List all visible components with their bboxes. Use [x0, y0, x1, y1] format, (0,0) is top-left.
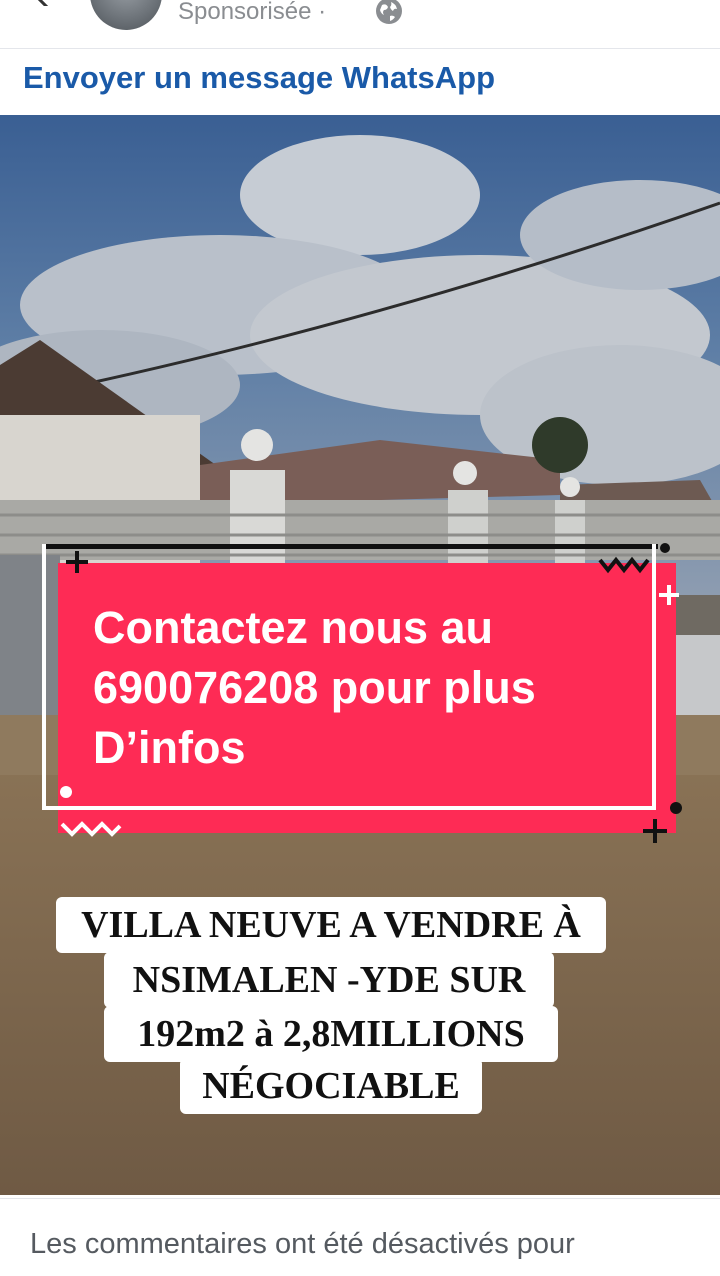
plus-decoration-icon	[643, 819, 667, 843]
caption-line: VILLA NEUVE A VENDRE À	[56, 897, 606, 953]
plus-decoration-icon	[66, 551, 88, 573]
caption-line: NSIMALEN -YDE SUR	[104, 952, 554, 1008]
footer-divider	[0, 1198, 720, 1199]
plus-white-decoration-icon	[659, 585, 679, 605]
post-header: Sponsorisée ·	[0, 0, 720, 48]
avatar[interactable]	[90, 0, 162, 30]
whatsapp-cta-link[interactable]: Envoyer un message WhatsApp	[23, 58, 495, 98]
contact-line: Contactez nous au	[93, 602, 494, 653]
sponsored-text: Sponsorisée	[178, 0, 312, 25]
contact-line: 690076208 pour plus	[93, 662, 536, 713]
contact-overlay-text: Contactez nous au 690076208 pour plus D’…	[93, 598, 653, 778]
dot-white-decoration-icon	[60, 786, 72, 798]
header-divider	[0, 48, 720, 49]
zigzag-decoration-icon	[598, 556, 650, 574]
separator-dot: ·	[318, 0, 327, 25]
globe-icon	[376, 0, 402, 24]
zigzag-white-decoration-icon	[60, 821, 122, 837]
back-chevron-icon[interactable]	[34, 0, 54, 6]
sponsored-label: Sponsorisée ·	[178, 0, 326, 30]
caption-line: NÉGOCIABLE	[180, 1058, 482, 1114]
dot-decoration-icon	[670, 802, 682, 814]
comments-disabled-note: Les commentaires ont été désactivés pour	[30, 1228, 575, 1260]
dot-decoration-icon	[660, 543, 670, 553]
caption-line: 192m2 à 2,8MILLIONS	[104, 1006, 558, 1062]
contact-line: D’infos	[93, 722, 246, 773]
